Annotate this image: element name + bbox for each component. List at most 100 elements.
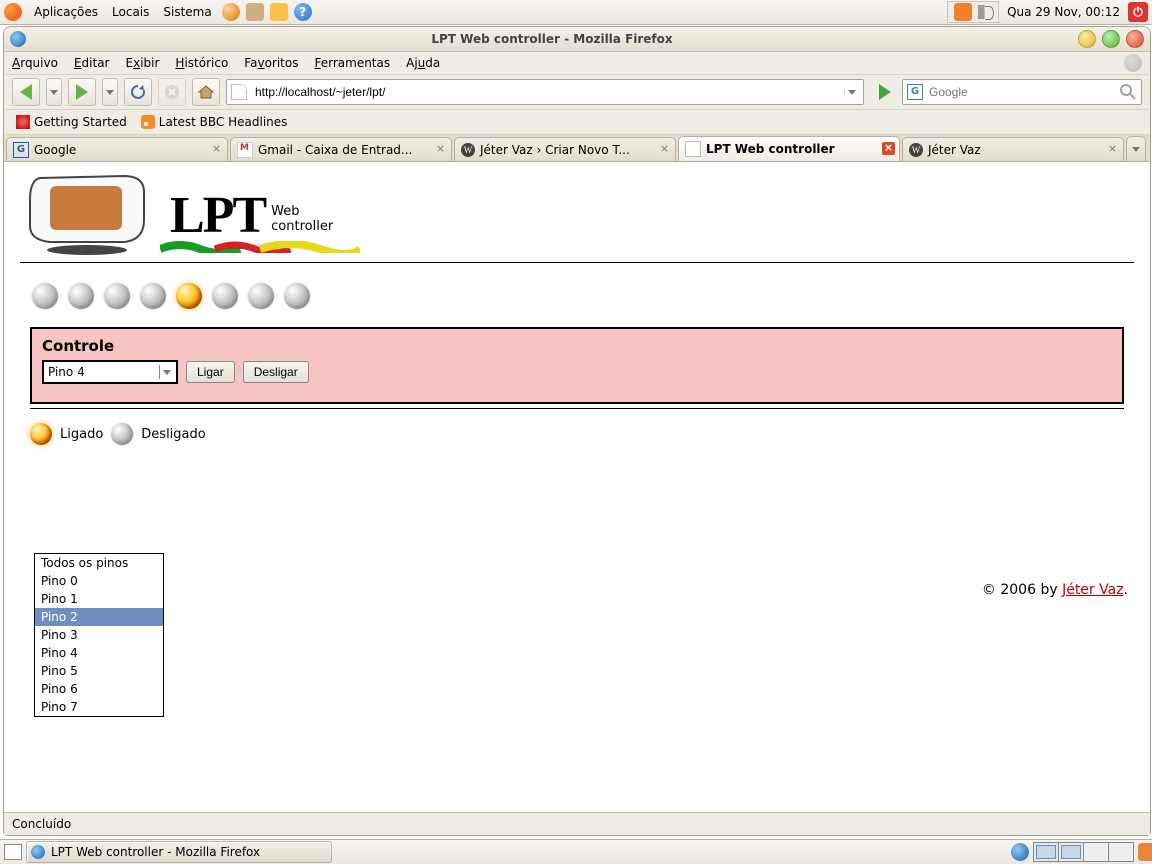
tab-lpt[interactable]: LPT Web controller ×	[678, 136, 900, 161]
pin-select[interactable]: Pino 4	[42, 360, 178, 384]
globe-applet-icon[interactable]	[1011, 843, 1029, 861]
desligar-button[interactable]: Desligar	[243, 361, 309, 383]
tab-label: LPT Web controller	[706, 142, 835, 156]
tab-close-icon[interactable]: ×	[434, 143, 447, 156]
workspace-4[interactable]	[1109, 843, 1133, 861]
select-option[interactable]: Pino 2	[35, 608, 163, 626]
bookmark-label: Getting Started	[34, 115, 127, 129]
select-option[interactable]: Pino 4	[35, 644, 163, 662]
tab-jeter-create[interactable]: W Jéter Vaz › Criar Novo T... ×	[454, 137, 676, 161]
home-button[interactable]	[192, 78, 220, 106]
search-input[interactable]	[927, 84, 1119, 100]
menu-bookmarks[interactable]: Favoritos	[244, 56, 298, 70]
tab-jeter[interactable]: W Jéter Vaz ×	[902, 137, 1124, 161]
trash-icon[interactable]	[1138, 843, 1152, 861]
stop-button[interactable]	[158, 78, 186, 106]
tab-close-icon[interactable]: ×	[658, 143, 671, 156]
wordpress-favicon-icon: W	[909, 143, 923, 157]
page-content: LPT Web controller Controle	[4, 162, 1150, 812]
legend-off-label: Desligado	[141, 427, 205, 442]
back-history-dropdown[interactable]	[46, 78, 62, 106]
taskbar-firefox[interactable]: LPT Web controller - Mozilla Firefox	[26, 841, 332, 863]
search-icon[interactable]	[1119, 83, 1137, 101]
led-pin-5	[212, 283, 238, 309]
menu-help[interactable]: Ajuda	[406, 56, 440, 70]
google-search-icon[interactable]: G	[907, 84, 923, 100]
url-bar[interactable]	[226, 79, 864, 105]
forward-button[interactable]	[68, 78, 96, 106]
go-button[interactable]	[874, 81, 896, 103]
tab-list-dropdown[interactable]	[1126, 136, 1146, 161]
menu-history[interactable]: Histórico	[175, 56, 228, 70]
gimp-launcher-icon[interactable]	[246, 3, 264, 21]
workspace-switcher[interactable]	[1033, 842, 1134, 862]
chevron-down-icon	[159, 365, 174, 379]
workspace-3[interactable]	[1084, 843, 1109, 861]
shutdown-icon[interactable]: ⏻	[1128, 2, 1148, 22]
task-label: LPT Web controller - Mozilla Firefox	[51, 845, 260, 859]
select-value: Pino 4	[48, 365, 85, 379]
status-bar: Concluído	[4, 812, 1150, 835]
select-option[interactable]: Pino 6	[35, 680, 163, 698]
volume-icon[interactable]	[978, 5, 994, 19]
select-option[interactable]: Todos os pinos	[35, 554, 163, 572]
url-input[interactable]	[253, 84, 844, 100]
google-favicon-icon: G	[13, 142, 29, 158]
copyright: © 2006 by Jéter Vaz.	[982, 582, 1128, 598]
tab-close-icon[interactable]: ×	[882, 142, 895, 155]
apps-menu[interactable]: Aplicações	[28, 3, 104, 21]
select-option[interactable]: Pino 7	[35, 698, 163, 716]
select-option[interactable]: Pino 1	[35, 590, 163, 608]
url-dropdown[interactable]	[844, 90, 859, 95]
help-icon[interactable]: ?	[294, 3, 312, 21]
rss-icon	[141, 115, 155, 129]
places-menu[interactable]: Locais	[106, 3, 155, 21]
bookmark-bbc[interactable]: Latest BBC Headlines	[137, 113, 292, 131]
author-link[interactable]: Jéter Vaz	[1062, 582, 1123, 598]
workspace-2[interactable]	[1059, 843, 1084, 861]
reload-button[interactable]	[124, 78, 152, 106]
forward-history-dropdown[interactable]	[102, 78, 118, 106]
workspace-1[interactable]	[1034, 843, 1059, 861]
select-option[interactable]: Pino 0	[35, 572, 163, 590]
divider	[30, 408, 1124, 409]
select-option[interactable]: Pino 5	[35, 662, 163, 680]
bookmark-getting-started[interactable]: Getting Started	[12, 113, 131, 131]
gmail-favicon-icon	[237, 142, 253, 158]
getting-started-icon	[16, 115, 30, 129]
update-notifier-icon[interactable]	[954, 3, 972, 21]
menu-tools[interactable]: Ferramentas	[314, 56, 390, 70]
menu-edit[interactable]: Editar	[74, 56, 110, 70]
panel-title: Controle	[42, 337, 1112, 355]
system-menu[interactable]: Sistema	[157, 3, 217, 21]
menu-file[interactable]: Arquivo	[12, 56, 58, 70]
maximize-button[interactable]	[1102, 30, 1120, 48]
gaim-launcher-icon[interactable]	[270, 3, 288, 21]
back-button[interactable]	[12, 78, 40, 106]
show-desktop-icon[interactable]	[4, 844, 22, 860]
close-button[interactable]	[1126, 30, 1144, 48]
pin-select-listbox[interactable]: Todos os pinosPino 0Pino 1Pino 2Pino 3Pi…	[34, 553, 164, 717]
stop-icon	[164, 84, 180, 100]
clock[interactable]: Qua 29 Nov, 00:12	[1001, 3, 1126, 21]
tab-close-icon[interactable]: ×	[210, 143, 223, 156]
legend-on-label: Ligado	[60, 427, 103, 442]
firefox-launcher-icon[interactable]	[222, 3, 240, 21]
tab-gmail[interactable]: Gmail - Caixa de Entrad... ×	[230, 137, 452, 161]
tab-label: Jéter Vaz › Criar Novo T...	[480, 143, 630, 157]
tab-label: Jéter Vaz	[928, 143, 981, 157]
tab-label: Google	[34, 143, 76, 157]
tab-google[interactable]: G Google ×	[6, 137, 228, 161]
minimize-button[interactable]	[1078, 30, 1096, 48]
tab-close-icon[interactable]: ×	[1106, 143, 1119, 156]
select-option[interactable]: Pino 3	[35, 626, 163, 644]
led-pin-4	[176, 283, 202, 309]
ligar-button[interactable]: Ligar	[186, 361, 235, 383]
bookmarks-toolbar: Getting Started Latest BBC Headlines	[4, 110, 1150, 135]
led-off-sample-icon	[111, 423, 133, 445]
legend-row: Ligado Desligado	[30, 423, 1134, 445]
menu-view[interactable]: Exibir	[126, 56, 160, 70]
led-on-sample-icon	[30, 423, 52, 445]
search-bar[interactable]: G	[902, 79, 1142, 105]
window-titlebar[interactable]: LPT Web controller - Mozilla Firefox	[4, 27, 1150, 52]
